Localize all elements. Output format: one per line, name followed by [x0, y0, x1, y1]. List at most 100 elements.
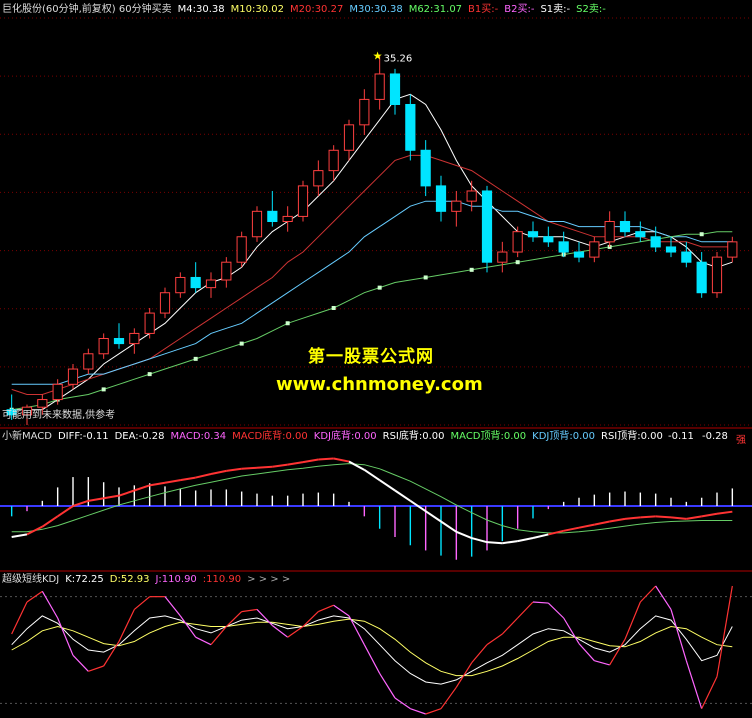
watermark-title: 第一股票公式网	[308, 347, 434, 367]
macd-diff-segment	[11, 533, 28, 538]
macd-diff-segment	[379, 479, 396, 492]
candle-body	[619, 221, 631, 233]
candle-body	[727, 241, 738, 258]
candle-body	[282, 215, 293, 223]
macd-diff-segment	[394, 489, 411, 502]
kdj-j-segment	[118, 609, 135, 642]
candle-body	[374, 73, 385, 100]
kdj-j-segment	[318, 604, 334, 613]
macd-diff-segment	[103, 494, 120, 500]
candle-body	[512, 231, 523, 253]
ma62-marker	[469, 267, 474, 272]
price-panel-header: 巨化股份(60分钟,前复权) 60分钟买卖 M4:30.38 M10:30.02 M2…	[2, 4, 612, 16]
kdj-k-line	[11, 615, 733, 685]
kdj-j-segment	[41, 591, 59, 619]
kdj-j-segment	[486, 633, 503, 646]
price-legend-5: M62:31.07	[408, 4, 463, 15]
kdj-j-segment	[655, 585, 672, 610]
macd-diff-segment	[425, 510, 442, 523]
candle-body	[129, 332, 140, 345]
candle-body	[267, 210, 278, 222]
macd-legend-7: MACD顶背:0.00	[450, 431, 527, 442]
candle-body	[405, 103, 416, 151]
candle-body	[359, 98, 370, 126]
ma62-marker	[699, 232, 704, 237]
candle-body	[343, 124, 355, 151]
kdj-panel-header: 超级短线KDJ K:72.25 D:52.93 J:110.90:110.90 > > …	[2, 574, 296, 586]
macd-diff-segment	[41, 515, 59, 528]
macd-diff-segment	[88, 497, 104, 502]
macd-legend-4: MACD底背:0.00	[232, 431, 308, 442]
kdj-j-segment	[670, 609, 687, 661]
candle-body	[650, 236, 661, 248]
candle-body	[175, 276, 186, 294]
candle-body	[52, 383, 63, 401]
ma62-marker	[147, 372, 152, 377]
kdj-d-line	[11, 618, 733, 677]
kdj-j-segment	[164, 596, 181, 617]
macd-diff-segment	[348, 460, 365, 471]
kdj-legend-1: K:72.25	[65, 574, 104, 585]
ma62-marker	[101, 387, 106, 392]
ma62-marker	[331, 305, 336, 310]
macd-diff-segment	[149, 481, 166, 487]
macd-diff-segment	[272, 463, 288, 468]
price-legend-3: M20:30.27	[289, 4, 344, 15]
candle-body	[558, 241, 569, 253]
macd-diff-segment	[716, 510, 733, 515]
kdj-j-segment	[547, 602, 565, 619]
candle-body	[236, 236, 247, 263]
kdj-legend-4: :110.90	[202, 574, 242, 585]
kdj-j-segment	[394, 697, 411, 710]
macd-diff-segment	[118, 489, 135, 497]
macd-legend-8: KDJ顶背:0.00	[532, 431, 595, 442]
macd-diff-segment	[686, 515, 702, 520]
candle-body	[389, 73, 401, 105]
macd-legend-3: MACD:0.34	[170, 431, 227, 442]
macd-diff-segment	[563, 526, 580, 532]
price-legend-0: 巨化股份(60分钟,前复权) 60分钟买卖	[2, 4, 172, 15]
macd-right-label-1: -0.28	[702, 431, 728, 442]
macd-panel-header: 小新MACD DIFF:-0.11 DEA:-0.28 MACD:0.34 MACD底背…	[2, 431, 669, 443]
macd-diff-segment	[532, 533, 549, 540]
macd-diff-segment	[701, 512, 718, 518]
candle-body	[527, 231, 539, 238]
price-legend-4: M30:30.38	[349, 4, 403, 15]
macd-right-label-2: 强	[736, 435, 746, 446]
candle-body	[251, 210, 263, 238]
macd-diff-segment	[502, 540, 518, 545]
candle-body	[681, 251, 692, 263]
macd-diff-segment	[640, 515, 656, 519]
macd-diff-segment	[226, 467, 242, 472]
candle-body	[451, 200, 462, 212]
kdj-legend-5: > > > >	[247, 574, 291, 585]
candle-body	[313, 170, 324, 187]
price-legend-2: M10:30.02	[230, 4, 284, 15]
ma62-marker	[515, 260, 520, 265]
kdj-j-segment	[88, 665, 104, 672]
watermark-url: www.chnmoney.com	[276, 374, 483, 395]
candle-body	[205, 279, 217, 289]
candle-body	[497, 251, 508, 263]
macd-diff-segment	[318, 457, 334, 461]
candle-body	[159, 292, 171, 314]
kdj-j-segment	[425, 708, 442, 715]
kdj-j-segment	[271, 624, 289, 638]
kdj-panel[interactable]	[0, 585, 752, 715]
candle-body	[589, 241, 600, 258]
macd-diff-segment	[333, 457, 350, 463]
candle-body	[543, 236, 554, 243]
kdj-j-segment	[563, 617, 580, 644]
candle-body	[297, 185, 309, 217]
high-price-label: 35.26	[384, 54, 413, 65]
macd-panel[interactable]	[0, 457, 752, 560]
ma62-marker	[423, 275, 428, 280]
kdj-j-segment	[639, 585, 657, 603]
candle-body	[665, 246, 677, 253]
candle-body	[221, 261, 232, 281]
ma62-marker	[239, 341, 244, 346]
kdj-j-segment	[501, 617, 519, 635]
macd-diff-segment	[256, 465, 273, 469]
macd-diff-segment	[517, 537, 534, 543]
kdj-j-segment	[455, 662, 473, 688]
